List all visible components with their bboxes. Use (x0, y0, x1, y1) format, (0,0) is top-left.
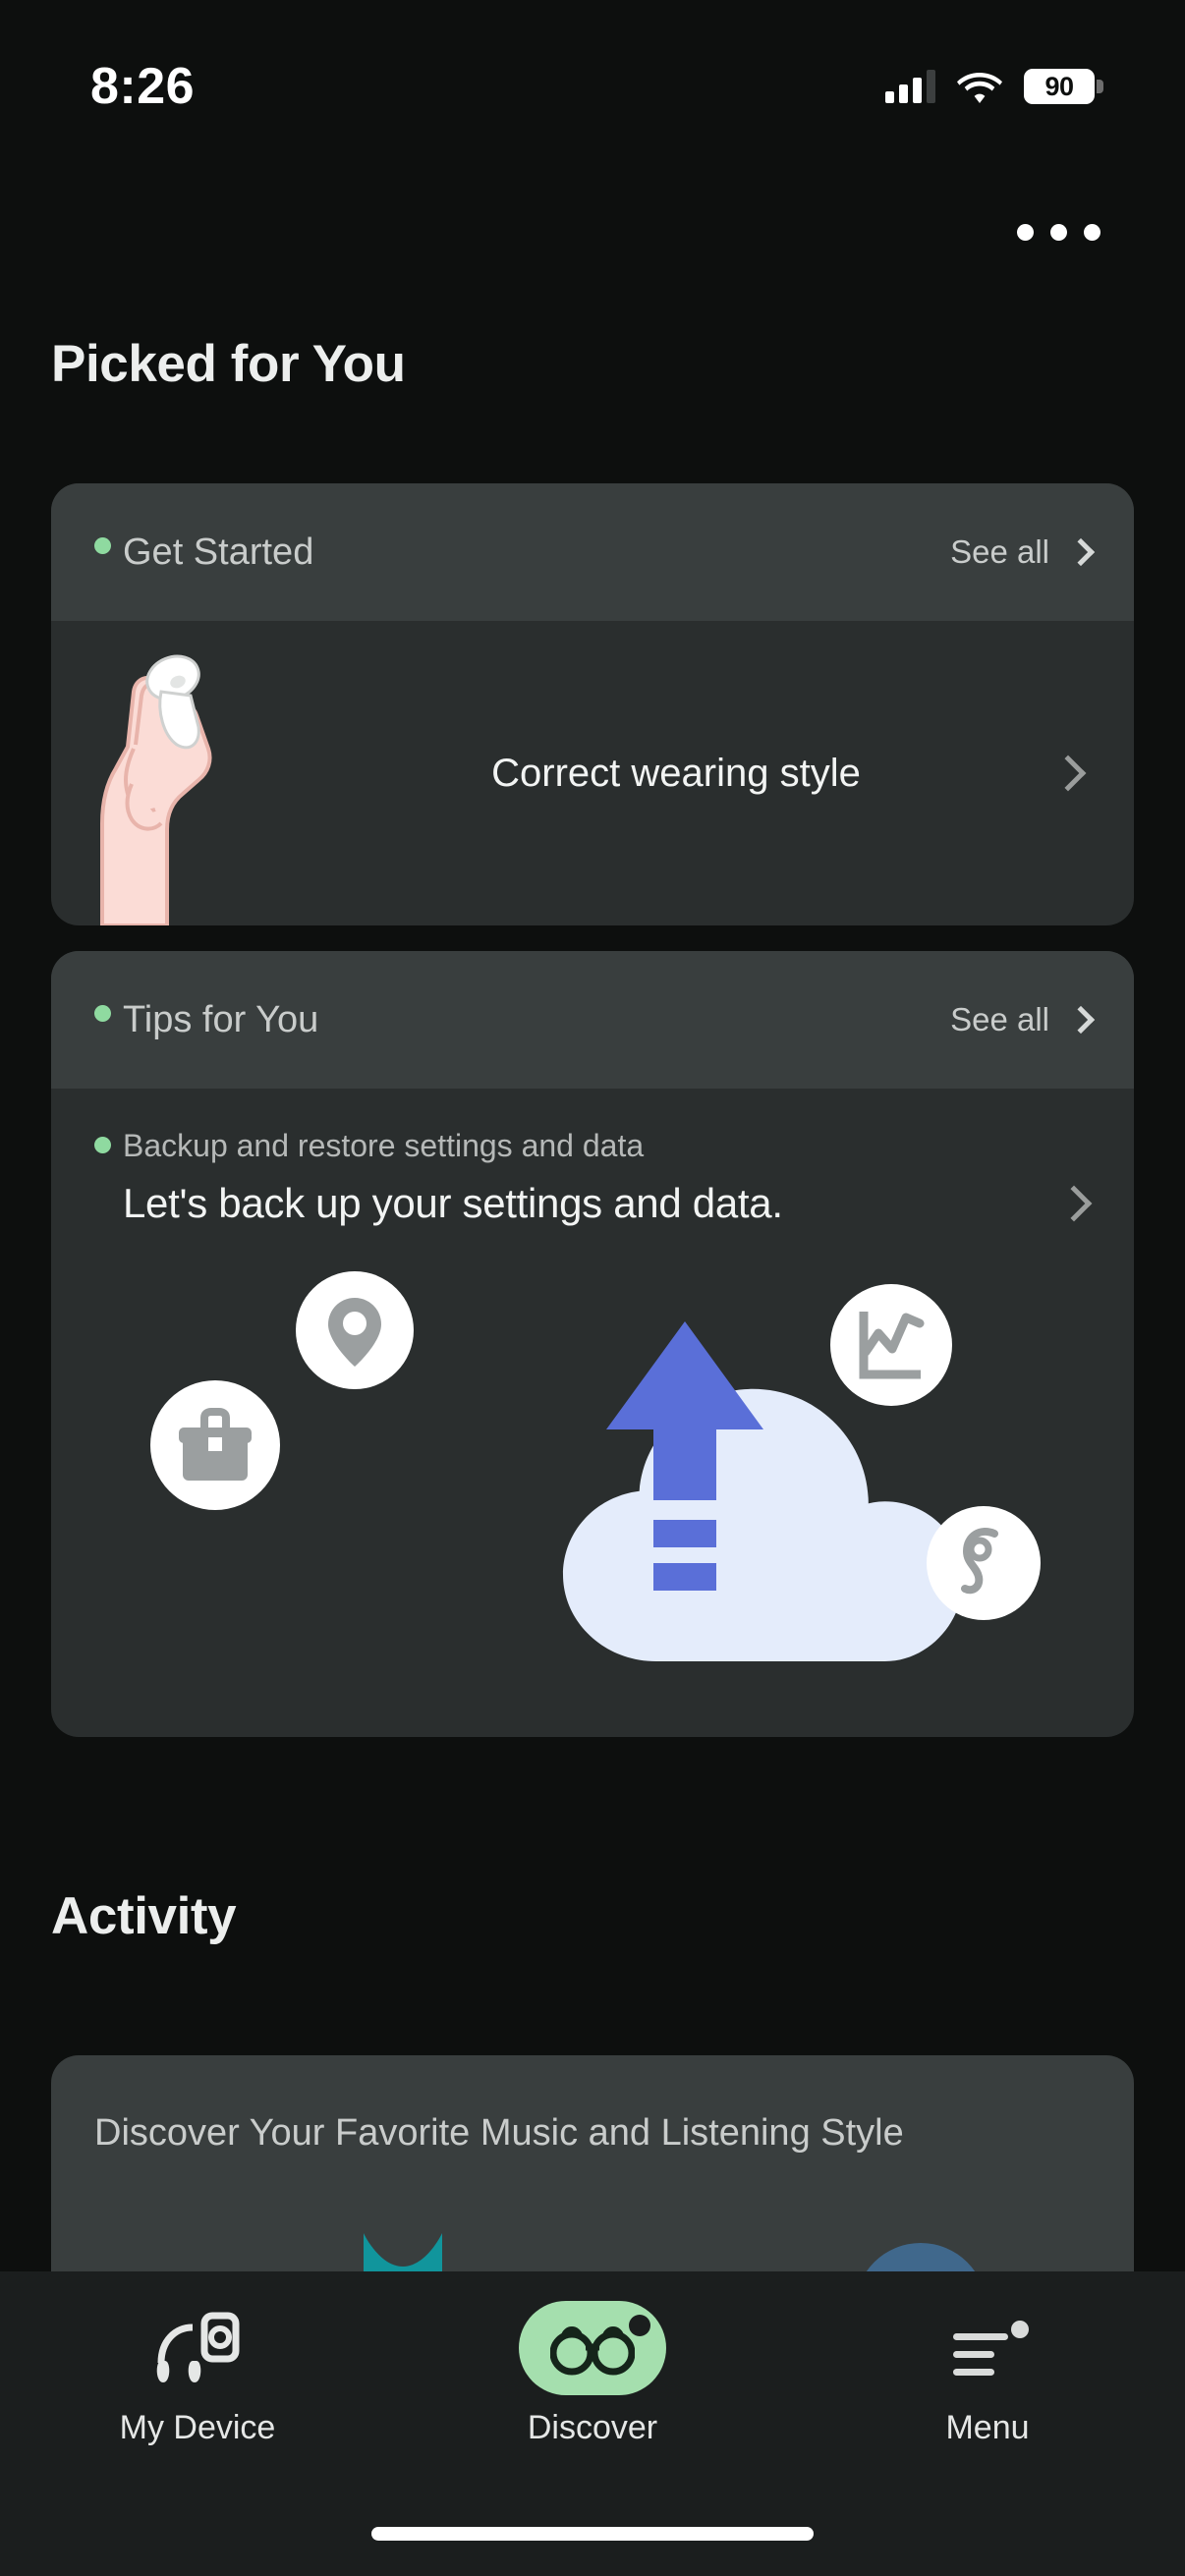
discover-badge-dot (629, 2315, 650, 2336)
toolbox-badge (150, 1380, 280, 1510)
see-all-label: See all (950, 533, 1049, 571)
status-bar: 8:26 90 (0, 0, 1185, 147)
get-started-card: Get Started See all (51, 483, 1134, 925)
tip-item[interactable]: Backup and restore settings and data Let… (51, 1089, 1134, 1671)
location-pin-badge (296, 1271, 414, 1389)
tips-card-header: Tips for You See all (51, 951, 1134, 1089)
see-all-label: See all (950, 1001, 1049, 1038)
tab-my-device[interactable]: My Device (80, 2301, 315, 2447)
chevron-right-icon[interactable] (1050, 756, 1087, 792)
tab-discover[interactable]: Discover (475, 2301, 710, 2447)
get-started-header-label: Get Started (123, 532, 313, 574)
discover-tab-icon-wrap (519, 2301, 666, 2395)
activity-card-title: Discover Your Favorite Music and Listeni… (51, 2055, 1134, 2155)
ear-badge (927, 1506, 1041, 1620)
more-options-icon[interactable] (1003, 210, 1114, 254)
top-bar (0, 193, 1185, 271)
tab-label-menu: Menu (945, 2409, 1029, 2447)
get-started-item-title: Correct wearing style (336, 752, 1055, 796)
tab-menu[interactable]: Menu (870, 2301, 1105, 2447)
tips-see-all-button[interactable]: See all (950, 1001, 1091, 1038)
tips-header-label: Tips for You (123, 999, 318, 1041)
app-screen: 8:26 90 Picked for You (0, 0, 1185, 2576)
battery-icon: 90 (1024, 69, 1095, 104)
status-dot-icon (94, 537, 111, 554)
status-dot-icon (94, 1137, 111, 1153)
cloud-upload-illustration (94, 1249, 1091, 1671)
page-title: Picked for You (0, 334, 457, 394)
hand-holding-earbud-illustration (51, 621, 336, 925)
hamburger-menu-icon (943, 2301, 1032, 2395)
chevron-right-icon (1067, 538, 1095, 566)
get-started-see-all-button[interactable]: See all (950, 533, 1091, 571)
status-time: 8:26 (90, 31, 195, 116)
tab-label-discover: Discover (528, 2409, 657, 2447)
chart-line-badge (830, 1284, 952, 1406)
wifi-icon (957, 70, 1002, 103)
chevron-right-icon (1067, 1006, 1095, 1034)
correct-wearing-style-row[interactable]: Correct wearing style (51, 621, 1134, 925)
home-indicator[interactable] (371, 2527, 814, 2541)
status-icons: 90 (885, 43, 1095, 104)
tips-for-you-card: Tips for You See all Backup and restore … (51, 951, 1134, 1737)
tip-category-label: Backup and restore settings and data (123, 1128, 644, 1164)
cellular-signal-icon (885, 70, 935, 103)
headphones-case-icon (153, 2301, 242, 2395)
activity-section-title: Activity (0, 1886, 287, 1946)
status-dot-icon (94, 1005, 111, 1022)
get-started-card-header: Get Started See all (51, 483, 1134, 621)
tip-title: Let's back up your settings and data. (94, 1180, 1091, 1227)
battery-level: 90 (1044, 72, 1073, 102)
tab-label-my-device: My Device (120, 2409, 276, 2447)
